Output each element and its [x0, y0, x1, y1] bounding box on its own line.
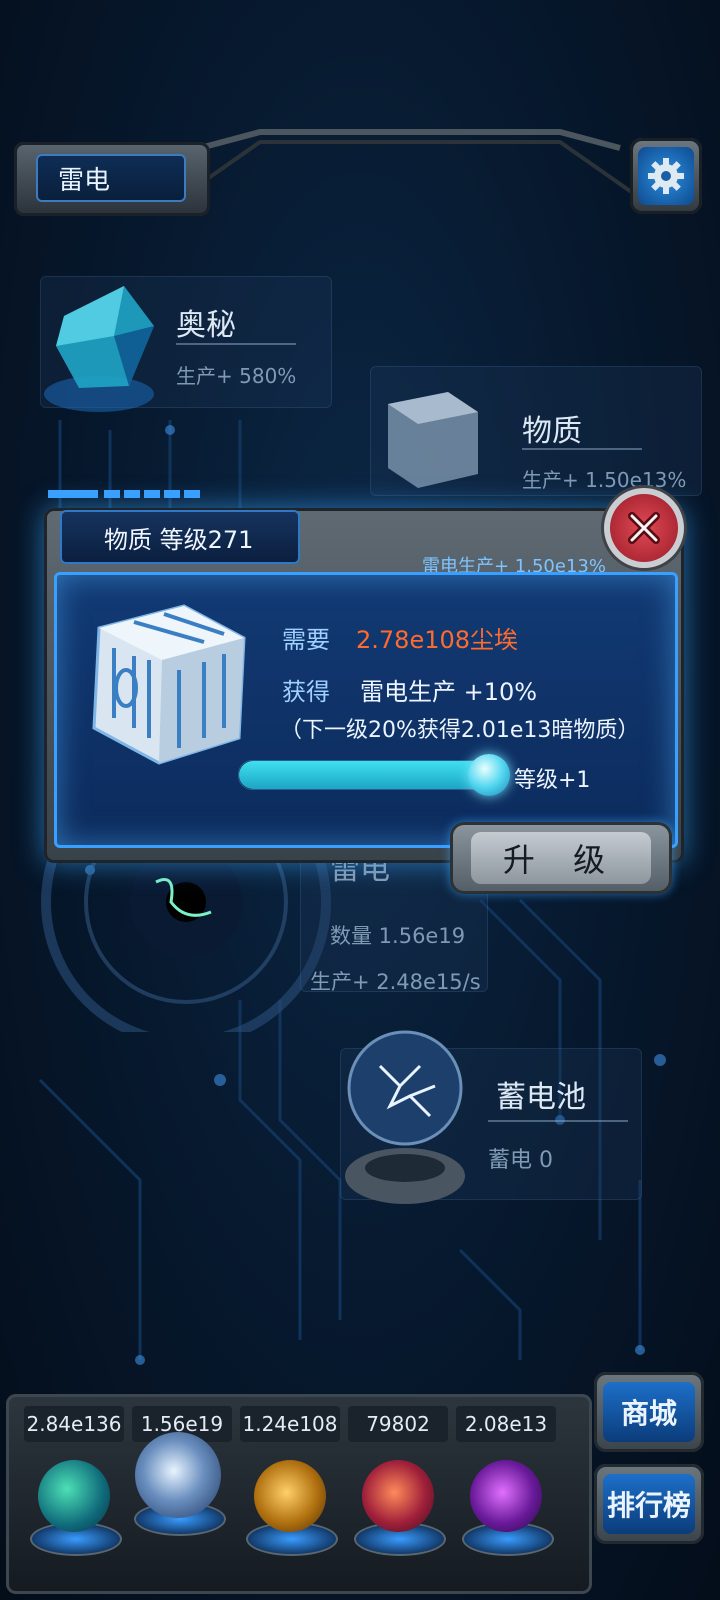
- resource-slot-dark-matter[interactable]: [458, 1452, 554, 1562]
- level-increment-label: 等级+1: [514, 768, 591, 793]
- node-name-wuzhi: 物质: [522, 414, 582, 449]
- red-orb-icon: [362, 1460, 434, 1532]
- need-label: 需要: [282, 626, 330, 654]
- resource-value-3: 79802: [348, 1406, 448, 1442]
- resource-value-0: 2.84e136: [24, 1406, 124, 1442]
- lightning-orb-icon: [135, 1432, 221, 1518]
- bottom-bar: 2.84e136 1.56e19 1.24e108 79802 2.08e13 …: [0, 1366, 720, 1600]
- close-button[interactable]: [604, 488, 684, 568]
- battery-orb-icon: [345, 1030, 465, 1204]
- matter-cube-icon: [388, 392, 478, 488]
- node-stat-leidian: 生产+ 2.48e15/s: [310, 970, 481, 994]
- shop-button-label: 商城: [603, 1382, 695, 1442]
- title-plate: 雷电: [14, 142, 210, 216]
- need-value: 2.78e108尘埃: [356, 626, 519, 654]
- resource-slot-aomi[interactable]: [26, 1452, 122, 1562]
- crystal-icon: [44, 286, 154, 412]
- resource-slot-red[interactable]: [350, 1452, 446, 1562]
- close-icon: [628, 512, 660, 544]
- shop-button[interactable]: 商城: [594, 1372, 704, 1452]
- page-title: 雷电: [36, 154, 186, 202]
- gear-icon: [648, 158, 684, 194]
- resource-value-4: 2.08e13: [456, 1406, 556, 1442]
- node-stat-aomi: 生产+ 580%: [176, 364, 297, 388]
- resource-slot-leidian[interactable]: [130, 1432, 226, 1542]
- aomi-orb-icon: [38, 1460, 110, 1532]
- slider-knob[interactable]: [468, 754, 510, 796]
- next-level-note: （下一级20%获得2.01e13暗物质）: [280, 718, 640, 743]
- leaderboard-button[interactable]: 排行榜: [594, 1464, 704, 1544]
- node-name-battery: 蓄电池: [496, 1080, 586, 1115]
- dust-orb-icon: [254, 1460, 326, 1532]
- matter-cube-icon: [92, 604, 246, 765]
- node-stat-battery: 蓄电 0: [488, 1148, 553, 1173]
- dialog-top-trim: [48, 490, 200, 498]
- resource-value-2: 1.24e108: [240, 1406, 340, 1442]
- node-name-aomi: 奥秘: [176, 308, 236, 343]
- node-count-leidian: 数量 1.56e19: [330, 924, 466, 948]
- resource-slot-dust[interactable]: [242, 1452, 338, 1562]
- dialog-title: 物质 等级271: [60, 510, 300, 564]
- upgrade-dialog: 物质 等级271 雷电生产+ 1.50e13% 需要 2.78e108尘埃 获得…: [24, 488, 692, 894]
- upgrade-button-label: 升 级: [471, 832, 651, 884]
- settings-button[interactable]: [630, 138, 702, 214]
- upgrade-button[interactable]: 升 级: [450, 822, 672, 894]
- gain-value: 雷电生产 +10%: [360, 678, 538, 706]
- dark-matter-orb-icon: [470, 1460, 542, 1532]
- gain-label: 获得: [282, 678, 330, 706]
- leaderboard-button-label: 排行榜: [603, 1474, 695, 1534]
